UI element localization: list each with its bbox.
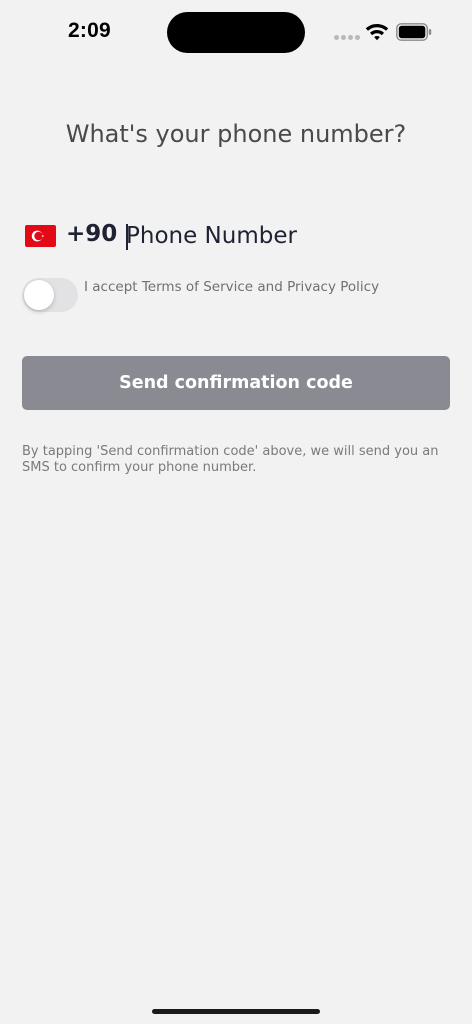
phone-input-row: +90 <box>22 218 452 258</box>
turkey-flag-icon[interactable] <box>25 225 56 247</box>
send-confirmation-code-button[interactable]: Send confirmation code <box>22 356 450 410</box>
terms-label: I accept Terms of Service and Privacy Po… <box>84 279 380 295</box>
wifi-icon <box>365 24 389 41</box>
phone-login-screen: 2:09 What's your phone number? +90 Phone… <box>0 0 472 1024</box>
toggle-knob <box>24 280 54 310</box>
sms-info-text: By tapping 'Send confirmation code' abov… <box>22 444 439 475</box>
phone-number-input[interactable] <box>126 218 446 254</box>
page-title: What's your phone number? <box>65 120 407 148</box>
text-cursor <box>126 224 128 250</box>
battery-icon <box>396 23 432 41</box>
country-code[interactable]: +90 <box>66 221 117 247</box>
dynamic-island <box>167 12 305 53</box>
home-indicator[interactable] <box>152 1009 320 1014</box>
terms-toggle[interactable] <box>22 278 78 312</box>
status-bar: 2:09 <box>0 0 472 64</box>
status-time: 2:09 <box>68 19 111 42</box>
cellular-signal-icon <box>334 35 360 41</box>
